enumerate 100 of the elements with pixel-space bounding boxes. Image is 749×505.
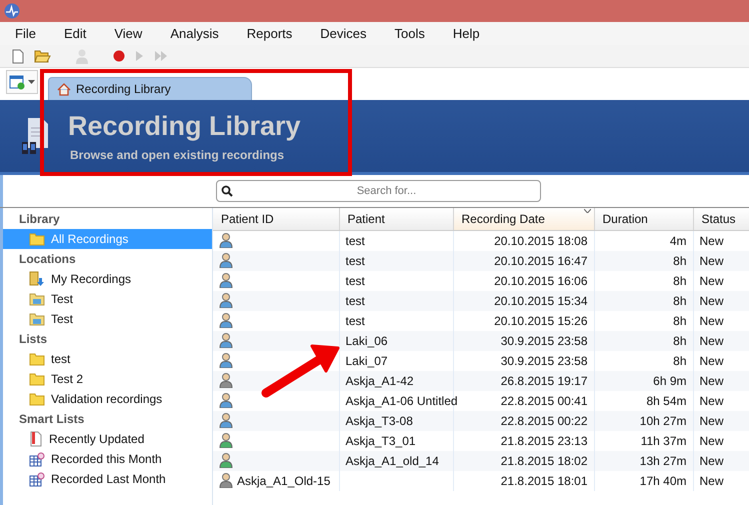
folder-icon bbox=[29, 352, 45, 366]
person-icon bbox=[219, 312, 233, 328]
table-cell: New bbox=[700, 414, 724, 428]
table-cell: test bbox=[346, 234, 365, 248]
table-cell: Askja_T3_01 bbox=[346, 434, 416, 448]
page-title: Recording Library bbox=[68, 110, 301, 142]
table-cell: 20.10.2015 18:08 bbox=[494, 234, 588, 248]
sidebar-item[interactable]: Test bbox=[3, 309, 212, 329]
table-cell: 13h 27m bbox=[640, 454, 686, 468]
menu-item[interactable]: Reports bbox=[232, 26, 302, 41]
table-cell: Askja_A1-42 bbox=[346, 374, 414, 388]
table-cell: New bbox=[700, 334, 724, 348]
person-icon bbox=[219, 332, 233, 348]
menu-item[interactable]: Analysis bbox=[155, 26, 228, 41]
table-cell: New bbox=[700, 254, 724, 268]
sidebar-item[interactable]: Recorded this Month bbox=[3, 449, 212, 469]
table-cell: 8h bbox=[673, 254, 686, 268]
table-cell: 21.8.2015 18:01 bbox=[500, 474, 588, 488]
menu-item[interactable]: Edit bbox=[48, 26, 96, 41]
table-cell: 8h bbox=[673, 334, 686, 348]
tab[interactable]: Recording Library bbox=[48, 77, 252, 100]
table-cell: Askja_T3-08 bbox=[346, 414, 413, 428]
table-cell: Laki_06 bbox=[346, 334, 388, 348]
folder-arrow-icon bbox=[29, 271, 45, 287]
person-icon bbox=[219, 232, 233, 248]
folder-icon bbox=[29, 392, 45, 406]
menu-item[interactable]: Devices bbox=[305, 26, 376, 41]
table-cell: New bbox=[700, 294, 724, 308]
network-folder-icon bbox=[29, 312, 45, 326]
table-cell: New bbox=[700, 394, 724, 408]
sidebar-item[interactable]: Recently Updated bbox=[3, 429, 212, 449]
caret-icon bbox=[28, 80, 35, 84]
sidebar-heading: Library bbox=[18, 211, 61, 228]
table-cell: 26.8.2015 19:17 bbox=[500, 374, 588, 388]
network-folder-icon bbox=[29, 292, 45, 306]
sidebar-item[interactable]: Validation recordings bbox=[3, 389, 212, 409]
table-cell: test bbox=[346, 294, 365, 308]
table-cell: 17h 40m bbox=[640, 474, 686, 488]
sidebar-item[interactable]: Recorded Last Month bbox=[3, 469, 212, 489]
table-cell: New bbox=[700, 274, 724, 288]
folder-icon bbox=[29, 232, 45, 246]
table-cell: 21.8.2015 23:13 bbox=[500, 434, 588, 448]
new-document-icon[interactable] bbox=[12, 48, 24, 64]
open-folder-icon[interactable] bbox=[34, 49, 51, 63]
column-header[interactable]: Patient bbox=[339, 208, 453, 230]
page-subtitle: Browse and open existing recordings bbox=[70, 148, 286, 162]
table-cell: 6h 9m bbox=[653, 374, 686, 388]
table-cell: Askja_A1_old_14 bbox=[346, 454, 439, 468]
table-cell: 22.8.2015 00:41 bbox=[500, 394, 588, 408]
table-cell: 11h 37m bbox=[640, 434, 686, 448]
column-header[interactable]: Duration bbox=[594, 208, 693, 230]
person-icon bbox=[219, 352, 233, 368]
sidebar-item[interactable]: test bbox=[3, 349, 212, 369]
search-field[interactable]: Search for... bbox=[216, 180, 541, 202]
column-header[interactable]: Recording Date bbox=[453, 208, 594, 230]
calendar-icon bbox=[29, 472, 45, 486]
person-icon bbox=[219, 272, 233, 288]
table-cell: 4m bbox=[670, 234, 686, 248]
record-icon[interactable] bbox=[113, 50, 125, 62]
sidebar-item[interactable]: Test bbox=[3, 289, 212, 309]
menu-item[interactable]: Tools bbox=[380, 26, 434, 41]
table-cell: New bbox=[700, 434, 724, 448]
menu-item[interactable]: File bbox=[0, 26, 45, 41]
menu-item[interactable]: Help bbox=[438, 26, 489, 41]
person-icon bbox=[219, 432, 233, 448]
home-icon bbox=[57, 82, 71, 96]
table-cell: test bbox=[346, 274, 365, 288]
person-icon bbox=[219, 472, 233, 488]
column-header[interactable]: Patient ID bbox=[213, 208, 339, 230]
table-cell: New bbox=[700, 454, 724, 468]
table-cell: New bbox=[700, 374, 724, 388]
person-icon bbox=[219, 452, 233, 468]
table-cell: 8h 54m bbox=[646, 394, 686, 408]
table-cell: 20.10.2015 16:47 bbox=[494, 254, 588, 268]
table-cell: test bbox=[346, 254, 365, 268]
table-cell: 21.8.2015 18:02 bbox=[500, 454, 588, 468]
table-cell: New bbox=[700, 314, 724, 328]
person-icon bbox=[219, 412, 233, 428]
sidebar-item[interactable]: Test 2 bbox=[3, 369, 212, 389]
table-cell: 8h bbox=[673, 314, 686, 328]
table-cell: New bbox=[700, 354, 724, 368]
document-binoculars-icon bbox=[22, 116, 50, 156]
table-cell: 8h bbox=[673, 274, 686, 288]
app-logo-icon bbox=[4, 3, 20, 19]
menu-item[interactable]: View bbox=[99, 26, 152, 41]
new-view-button[interactable] bbox=[6, 70, 38, 94]
table-cell: Laki_07 bbox=[346, 354, 388, 368]
folder-icon bbox=[29, 372, 45, 386]
table-cell: New bbox=[700, 474, 724, 488]
column-header[interactable]: Status bbox=[693, 208, 749, 230]
sidebar-item[interactable]: My Recordings bbox=[3, 269, 212, 289]
table-cell: 20.10.2015 15:26 bbox=[494, 314, 588, 328]
table-cell: Askja_A1_Old-15 bbox=[237, 474, 330, 488]
table-cell: 30.9.2015 23:58 bbox=[500, 334, 588, 348]
table-cell: Askja_A1-06 Untitled bbox=[346, 394, 458, 408]
person-icon bbox=[219, 292, 233, 308]
table-cell: 20.10.2015 15:34 bbox=[494, 294, 588, 308]
table-cell: 30.9.2015 23:58 bbox=[500, 354, 588, 368]
table-cell: 20.10.2015 16:06 bbox=[494, 274, 588, 288]
table-cell: 10h 27m bbox=[640, 414, 686, 428]
